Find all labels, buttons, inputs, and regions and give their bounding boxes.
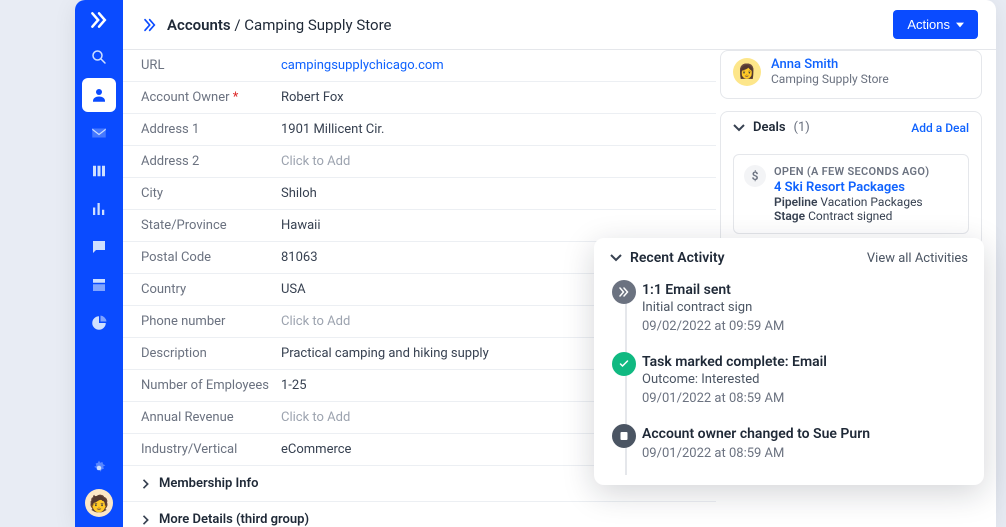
deals-title: Deals	[753, 120, 786, 135]
field-label: URL	[141, 58, 281, 73]
field-label: Number of Employees	[141, 378, 281, 393]
chevron-down-icon[interactable]	[610, 252, 622, 264]
contact-name[interactable]: Anna Smith	[771, 57, 889, 72]
deal-status: OPEN (A FEW SECONDS AGO)	[774, 165, 929, 178]
field-value[interactable]: Click to Add	[281, 314, 350, 329]
field-value[interactable]: campingsupplychicago.com	[281, 58, 444, 73]
field-label: Phone number	[141, 314, 281, 329]
activity-timestamp: 09/02/2022 at 09:59 AM	[642, 319, 968, 334]
caret-down-icon	[956, 21, 964, 29]
field-value[interactable]: 81063	[281, 250, 318, 265]
chevron-down-icon[interactable]	[733, 122, 745, 134]
activity-timestamp: 09/01/2022 at 08:59 AM	[642, 391, 968, 406]
field-row[interactable]: Account Owner *Robert Fox	[123, 82, 716, 114]
breadcrumb[interactable]: Accounts / Camping Supply Store	[167, 16, 391, 34]
section-label: Membership Info	[159, 476, 259, 491]
field-row[interactable]: Address 11901 Millicent Cir.	[123, 114, 716, 146]
section-label: More Details (third group)	[159, 512, 309, 527]
chevron-right-icon	[141, 515, 151, 525]
field-value[interactable]: Shiloh	[281, 186, 317, 201]
field-value[interactable]: Hawaii	[281, 218, 321, 233]
collapsible-section[interactable]: More Details (third group)	[123, 502, 716, 527]
field-value[interactable]: Click to Add	[281, 154, 350, 169]
field-value[interactable]: eCommerce	[281, 442, 351, 457]
field-value[interactable]: Practical camping and hiking supply	[281, 346, 489, 361]
view-all-activities-link[interactable]: View all Activities	[867, 251, 968, 266]
activity-title-text: Account owner changed to Sue Purn	[642, 426, 968, 442]
field-label: Account Owner *	[141, 90, 281, 105]
settings-icon[interactable]	[82, 451, 116, 485]
app-logo[interactable]	[89, 10, 109, 30]
field-label: Industry/Vertical	[141, 442, 281, 457]
actions-button-label: Actions	[907, 17, 950, 32]
activity-item[interactable]: 1:1 Email sent Initial contract sign 09/02…	[642, 276, 968, 348]
deal-item[interactable]: $ OPEN (A FEW SECONDS AGO) 4 Ski Resort …	[733, 154, 969, 234]
site-icon[interactable]	[82, 268, 116, 302]
field-label: Address 2	[141, 154, 281, 169]
activity-panel: Recent Activity View all Activities 1:1 …	[594, 238, 984, 485]
chevron-right-icon	[141, 479, 151, 489]
deals-count: (1)	[794, 120, 810, 135]
field-row[interactable]: Address 2Click to Add	[123, 146, 716, 178]
field-label: Description	[141, 346, 281, 361]
field-label: State/Province	[141, 218, 281, 233]
activity-subtitle: Outcome: Interested	[642, 372, 968, 387]
activity-subtitle: Initial contract sign	[642, 300, 968, 315]
check-activity-icon	[612, 352, 636, 376]
sidebar: 🧑	[75, 0, 123, 527]
activity-title-text: 1:1 Email sent	[642, 282, 968, 298]
field-value[interactable]: USA	[281, 282, 306, 297]
pipeline-value: Vacation Packages	[820, 195, 922, 209]
field-value[interactable]: Click to Add	[281, 410, 350, 425]
activity-title: Recent Activity	[630, 250, 725, 266]
dollar-icon: $	[744, 165, 766, 187]
field-value[interactable]: 1-25	[281, 378, 307, 393]
field-label: Annual Revenue	[141, 410, 281, 425]
field-label: Country	[141, 282, 281, 297]
field-label: Postal Code	[141, 250, 281, 265]
field-row[interactable]: CityShiloh	[123, 178, 716, 210]
contact-card: 👩 Anna Smith Camping Supply Store	[720, 50, 982, 99]
field-value[interactable]: Robert Fox	[281, 90, 344, 105]
user-avatar[interactable]: 🧑	[85, 489, 113, 517]
required-asterisk: *	[230, 90, 239, 105]
email-activity-icon	[612, 280, 636, 304]
field-value[interactable]: 1901 Millicent Cir.	[281, 122, 384, 137]
breadcrumb-current: Camping Supply Store	[244, 16, 391, 34]
deals-icon[interactable]	[82, 154, 116, 188]
deals-card: Deals (1) Add a Deal $ OPEN (A FEW SECON…	[720, 111, 982, 247]
deal-name[interactable]: 4 Ski Resort Packages	[774, 180, 929, 195]
activity-title-text: Task marked complete: Email	[642, 354, 968, 370]
field-label: City	[141, 186, 281, 201]
stage-value: Contract signed	[808, 209, 892, 223]
field-row[interactable]: URLcampingsupplychicago.com	[123, 50, 716, 82]
activity-item[interactable]: Account owner changed to Sue Purn 09/01/2…	[642, 420, 968, 475]
chat-icon[interactable]	[82, 230, 116, 264]
contact-avatar[interactable]: 👩	[733, 58, 761, 86]
collapse-icon[interactable]	[141, 17, 157, 33]
analytics-icon[interactable]	[82, 306, 116, 340]
contacts-icon[interactable]	[82, 78, 116, 112]
topbar: Accounts / Camping Supply Store Actions	[123, 0, 996, 50]
add-deal-link[interactable]: Add a Deal	[911, 121, 969, 135]
activity-timestamp: 09/01/2022 at 08:59 AM	[642, 446, 968, 461]
mail-icon[interactable]	[82, 116, 116, 150]
actions-button[interactable]: Actions	[893, 10, 978, 39]
breadcrumb-sep: /	[231, 16, 245, 34]
contact-company: Camping Supply Store	[771, 72, 889, 86]
pipeline-label: Pipeline	[774, 195, 817, 209]
owner-activity-icon	[612, 424, 636, 448]
field-label: Address 1	[141, 122, 281, 137]
search-icon[interactable]	[82, 40, 116, 74]
stage-label: Stage	[774, 209, 805, 223]
reports-icon[interactable]	[82, 192, 116, 226]
breadcrumb-root[interactable]: Accounts	[167, 16, 231, 34]
activity-item[interactable]: Task marked complete: Email Outcome: Inte…	[642, 348, 968, 420]
